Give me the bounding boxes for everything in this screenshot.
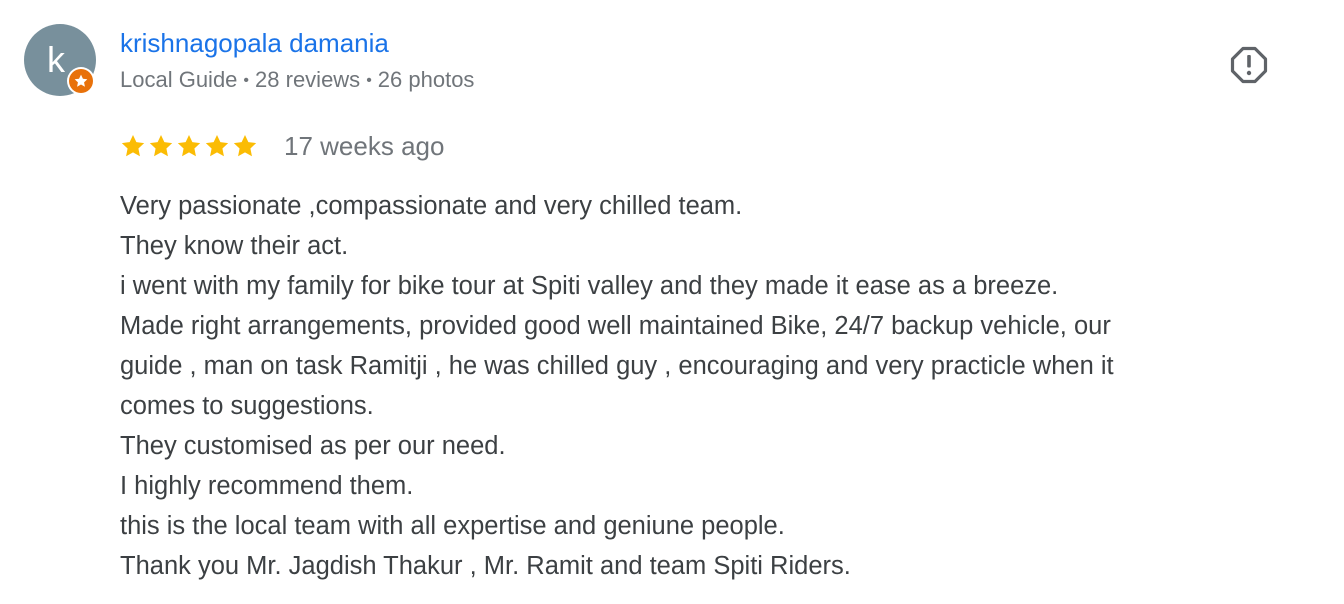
- rating-row: 17 weeks ago: [120, 128, 444, 164]
- review-card: k krishnagopala damania Local Guide • 28 r…: [0, 0, 1344, 604]
- review-text-line: guide , man on task Ramitji , he was chi…: [120, 352, 1114, 380]
- report-flag-icon: [1230, 46, 1268, 84]
- review-text-line: Thank you Mr. Jagdish Thakur , Mr. Ramit…: [120, 552, 851, 580]
- review-text-line: Very passionate ,compassionate and very …: [120, 192, 743, 220]
- review-text-line: They know their act.: [120, 232, 349, 260]
- author-name-link[interactable]: krishnagopala damania: [120, 26, 389, 60]
- star-rating: [120, 133, 260, 159]
- review-text-line: i went with my family for bike tour at S…: [120, 272, 1059, 300]
- review-text-line: this is the local team with all expertis…: [120, 512, 785, 540]
- report-button[interactable]: [1226, 42, 1272, 88]
- meta-separator: •: [366, 72, 372, 89]
- meta-separator: •: [243, 72, 250, 89]
- author-review-count: 28 reviews: [255, 67, 361, 92]
- review-text-line: Made right arrangements, provided good w…: [120, 312, 1111, 340]
- star-icon: [149, 134, 173, 157]
- star-icon: [121, 134, 145, 157]
- local-guide-badge: [67, 67, 95, 95]
- star-icon: [233, 134, 257, 157]
- local-guide-star-icon: [69, 69, 93, 93]
- review-text: Very passionate ,compassionate and very …: [120, 186, 1260, 586]
- author-level: Local Guide: [120, 67, 238, 92]
- review-text-line: They customised as per our need.: [120, 432, 506, 460]
- star-icon: [205, 134, 229, 157]
- review-text-line: comes to suggestions.: [120, 392, 374, 420]
- author-meta: Local Guide • 28 reviews • 26 photos: [120, 64, 474, 97]
- star-icon: [177, 134, 201, 157]
- review-text-line: I highly recommend them.: [120, 472, 414, 500]
- author-photo-count: 26 photos: [377, 67, 475, 92]
- review-date: 17 weeks ago: [284, 131, 445, 161]
